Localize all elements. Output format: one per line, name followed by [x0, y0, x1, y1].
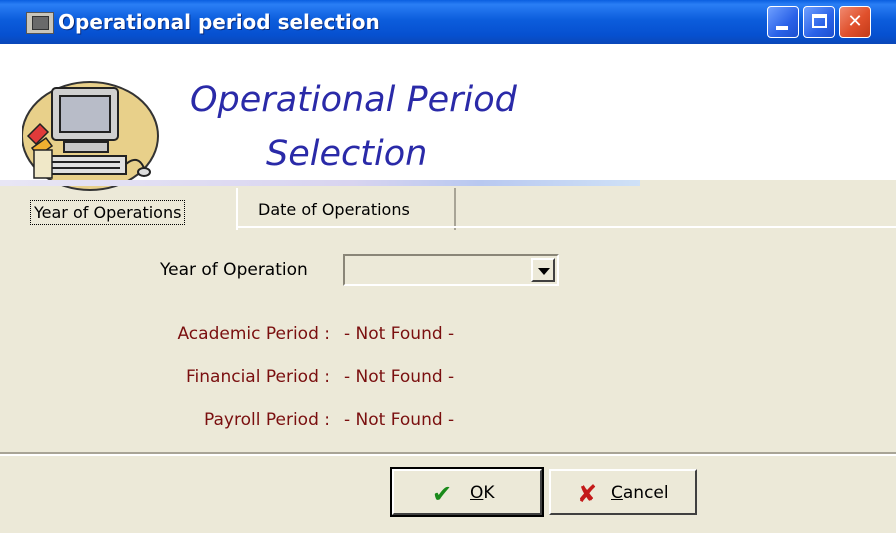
dialog-window: Operational period selection ✕ Operation… [0, 0, 896, 533]
maximize-button[interactable] [803, 6, 835, 38]
minimize-icon [776, 26, 788, 30]
tab-year-of-operations[interactable]: Year of Operations [22, 188, 230, 230]
tab-date-of-operations[interactable]: Date of Operations [236, 188, 456, 230]
checkmark-icon: ✔ [432, 480, 453, 508]
banner-title-line1: Operational Period [190, 80, 517, 120]
banner-title-line2: Selection [266, 134, 428, 174]
financial-period-value: - Not Found - [344, 367, 455, 387]
header-banner: Operational Period Selection [0, 44, 896, 191]
year-of-operation-select[interactable] [343, 254, 559, 286]
window-title: Operational period selection [58, 10, 380, 34]
close-icon: ✕ [847, 11, 863, 32]
payroll-period-value: - Not Found - [344, 410, 455, 430]
cancel-button-label: Cancel [611, 483, 669, 503]
tab-divider [236, 226, 896, 228]
computer-logo-icon [22, 81, 159, 191]
x-icon: ✘ [577, 480, 598, 508]
academic-period-label: Academic Period : [177, 324, 330, 344]
separator-highlight [0, 454, 896, 456]
tab-label: Date of Operations [258, 200, 410, 219]
minimize-button[interactable] [767, 6, 799, 38]
window-app-icon [26, 12, 54, 34]
chevron-down-icon[interactable] [531, 258, 555, 282]
ok-button[interactable]: ✔ OK [390, 467, 544, 517]
close-button[interactable]: ✕ [839, 6, 871, 38]
payroll-period-label: Payroll Period : [204, 410, 330, 430]
year-of-operation-label: Year of Operation [160, 260, 308, 280]
cancel-button[interactable]: ✘ Cancel [549, 469, 697, 515]
academic-period-value: - Not Found - [344, 324, 455, 344]
tab-label: Year of Operations [30, 200, 186, 225]
tab-strip: Year of Operations Date of Operations [0, 184, 896, 232]
title-bar[interactable]: Operational period selection ✕ [0, 0, 896, 44]
maximize-icon [812, 14, 827, 28]
ok-button-label: OK [470, 483, 495, 503]
financial-period-label: Financial Period : [186, 367, 330, 387]
